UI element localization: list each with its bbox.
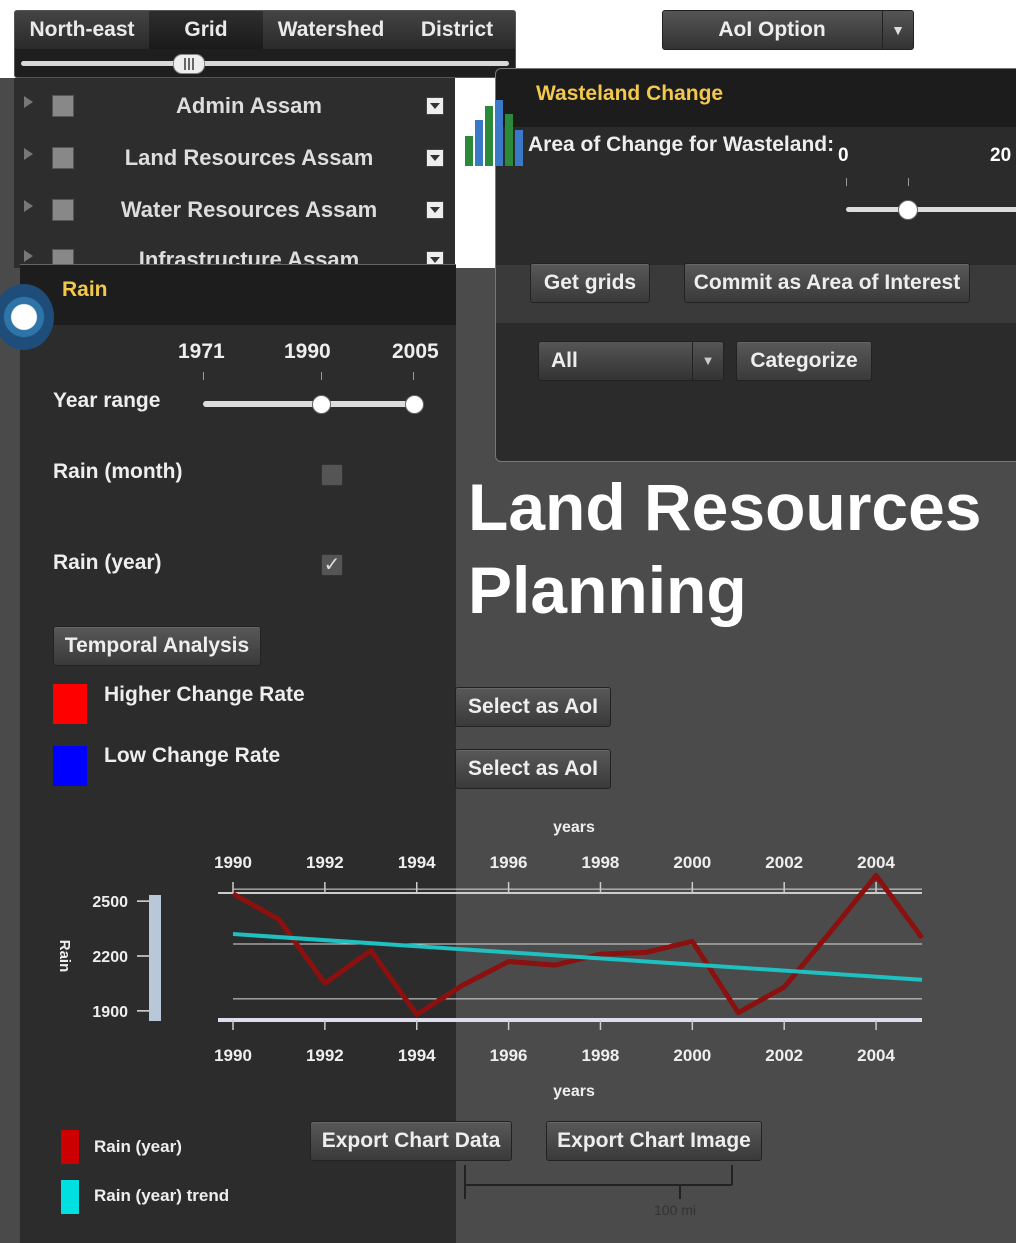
year-tick-2005: 2005	[392, 340, 439, 363]
expand-arrow-icon[interactable]	[24, 96, 33, 108]
tab-watershed[interactable]: Watershed	[263, 11, 400, 49]
expand-arrow-icon[interactable]	[24, 200, 33, 212]
export-chart-data-button[interactable]: Export Chart Data	[310, 1121, 512, 1161]
bar-chart-logo-icon	[465, 100, 523, 166]
select-aoi-low-button[interactable]: Select as AoI	[455, 749, 611, 789]
layer-list: Admin Assam Land Resources Assam Water R…	[14, 78, 455, 272]
legend-rain-trend-label: Rain (year) trend	[94, 1186, 230, 1205]
layer-name: Admin Assam	[176, 93, 322, 118]
year-tick-mark	[321, 372, 322, 380]
slider-max-label: 20	[990, 145, 1012, 166]
chevron-down-icon[interactable]: ▼	[692, 342, 723, 380]
legend-rain-year-label: Rain (year)	[94, 1137, 182, 1156]
tab-north-east[interactable]: North-east	[15, 11, 150, 49]
expand-arrow-icon[interactable]	[24, 250, 33, 262]
slider-tick	[846, 178, 847, 186]
year-tick-1990: 1990	[284, 340, 331, 363]
tab-grid[interactable]: Grid	[149, 11, 264, 49]
layer-item[interactable]: Admin Assam	[14, 80, 455, 130]
expand-arrow-icon[interactable]	[24, 148, 33, 160]
dropdown-icon[interactable]	[426, 149, 444, 167]
year-tick-mark	[203, 372, 204, 380]
layer-item[interactable]: Land Resources Assam	[14, 132, 455, 182]
layer-name: Water Resources Assam	[120, 197, 378, 222]
legend-rain-year-swatch	[61, 1130, 79, 1164]
rain-month-checkbox[interactable]	[321, 464, 343, 486]
higher-change-label: Higher Change Rate	[104, 683, 305, 706]
scale-label: 100 mi	[654, 1202, 697, 1218]
layer-checkbox[interactable]	[52, 95, 74, 117]
categorize-button[interactable]: Categorize	[736, 341, 872, 381]
year-range-start-handle[interactable]	[312, 395, 331, 414]
low-change-swatch	[53, 746, 87, 786]
layer-checkbox[interactable]	[52, 147, 74, 169]
year-range-end-handle[interactable]	[405, 395, 424, 414]
dropdown-icon[interactable]	[426, 97, 444, 115]
category-select[interactable]: All ▼	[538, 341, 724, 381]
layer-name: Land Resources Assam	[124, 145, 374, 170]
wasteland-title: Wasteland Change	[536, 82, 724, 105]
wasteland-panel: Wasteland Change Area of Change for Wast…	[495, 68, 1016, 462]
tab-slider-track[interactable]	[21, 61, 509, 66]
headline-line1: Land Resources	[468, 470, 982, 544]
area-change-label: Area of Change for Wasteland:	[528, 133, 835, 156]
year-range-slider[interactable]	[203, 401, 415, 407]
layer-item[interactable]: Water Resources Assam	[14, 184, 455, 234]
temporal-analysis-button[interactable]: Temporal Analysis	[53, 626, 261, 666]
year-tick-1971: 1971	[178, 340, 225, 363]
area-change-slider-handle[interactable]	[898, 200, 918, 220]
select-aoi-high-button[interactable]: Select as AoI	[455, 687, 611, 727]
tab-slider-handle[interactable]	[173, 54, 205, 74]
chevron-down-icon[interactable]: ▼	[882, 11, 913, 49]
commit-aoi-button[interactable]: Commit as Area of Interest	[684, 263, 970, 303]
aoi-option-dropdown[interactable]: AoI Option ▼	[662, 10, 914, 50]
rain-year-label: Rain (year)	[53, 551, 162, 574]
map-scale-bar	[464, 1165, 733, 1199]
rain-year-checkbox[interactable]: ✓	[321, 554, 343, 576]
layer-checkbox[interactable]	[52, 199, 74, 221]
legend-rain-trend-swatch	[61, 1180, 79, 1214]
year-range-label: Year range	[53, 389, 161, 412]
rain-title: Rain	[62, 278, 108, 301]
headline-line2: Planning	[468, 553, 747, 627]
area-change-slider[interactable]	[846, 207, 1016, 212]
dropdown-icon[interactable]	[426, 201, 444, 219]
slider-tick	[908, 178, 909, 186]
tab-district[interactable]: District	[399, 11, 515, 49]
category-select-value: All	[551, 349, 578, 372]
export-chart-image-button[interactable]: Export Chart Image	[546, 1121, 762, 1161]
rain-month-label: Rain (month)	[53, 460, 183, 483]
aoi-option-label: AoI Option	[718, 18, 826, 41]
region-tab-bar: North-east Grid Watershed District	[14, 10, 516, 78]
year-tick-mark	[413, 372, 414, 380]
slider-min-label: 0	[838, 145, 849, 166]
higher-change-swatch	[53, 684, 87, 724]
low-change-label: Low Change Rate	[104, 744, 281, 767]
checkmark-icon: ✓	[323, 554, 341, 576]
get-grids-button[interactable]: Get grids	[530, 263, 650, 303]
